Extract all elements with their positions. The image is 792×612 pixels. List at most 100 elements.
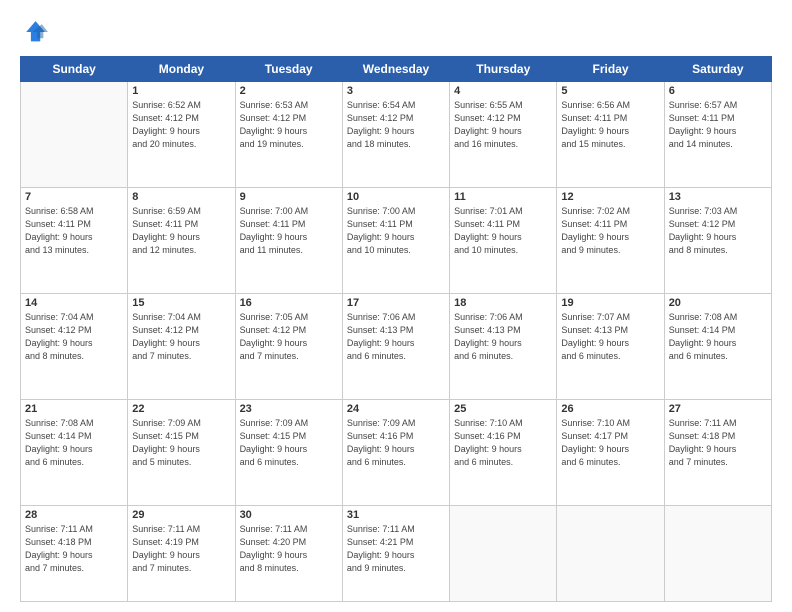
day-info: Sunrise: 6:53 AM Sunset: 4:12 PM Dayligh… (240, 99, 338, 151)
header (20, 18, 772, 46)
calendar-cell: 4 Sunrise: 6:55 AM Sunset: 4:12 PM Daylig… (450, 82, 557, 188)
calendar-cell: 11Sunrise: 7:01 AM Sunset: 4:11 PM Dayli… (450, 187, 557, 293)
day-number: 10 (347, 191, 445, 203)
column-header-tuesday: Tuesday (235, 57, 342, 82)
day-number: 24 (347, 403, 445, 415)
calendar-cell: 19 Sunrise: 7:07 AM Sunset: 4:13 PM Dayli… (557, 293, 664, 399)
day-info: Sunrise: 7:00 AM Sunset: 4:11 PM Dayligh… (240, 205, 338, 257)
day-number: 25 (454, 403, 552, 415)
calendar-cell: 14 Sunrise: 7:04 AM Sunset: 4:12 PM Dayli… (21, 293, 128, 399)
calendar-cell: 18Sunrise: 7:06 AM Sunset: 4:13 PM Dayli… (450, 293, 557, 399)
calendar-week-2: 7 Sunrise: 6:58 AM Sunset: 4:11 PM Daylig… (21, 187, 772, 293)
day-info: Sunrise: 7:11 AM Sunset: 4:21 PM Dayligh… (347, 523, 445, 575)
day-number: 21 (25, 403, 123, 415)
day-number: 11 (454, 191, 552, 203)
calendar-cell: 30 Sunrise: 7:11 AM Sunset: 4:20 PM Dayli… (235, 505, 342, 601)
day-number: 13 (669, 191, 767, 203)
calendar-cell: 7 Sunrise: 6:58 AM Sunset: 4:11 PM Daylig… (21, 187, 128, 293)
column-header-monday: Monday (128, 57, 235, 82)
day-number: 8 (132, 191, 230, 203)
calendar-cell (557, 505, 664, 601)
day-number: 26 (561, 403, 659, 415)
logo-icon (20, 18, 48, 46)
day-number: 12 (561, 191, 659, 203)
calendar-week-5: 28 Sunrise: 7:11 AM Sunset: 4:18 PM Dayli… (21, 505, 772, 601)
calendar-cell: 13Sunrise: 7:03 AM Sunset: 4:12 PM Dayli… (664, 187, 771, 293)
calendar-header-row: SundayMondayTuesdayWednesdayThursdayFrid… (21, 57, 772, 82)
calendar-cell: 3Sunrise: 6:54 AM Sunset: 4:12 PM Daylig… (342, 82, 449, 188)
day-number: 5 (561, 85, 659, 97)
column-header-thursday: Thursday (450, 57, 557, 82)
day-number: 27 (669, 403, 767, 415)
calendar-cell: 24 Sunrise: 7:09 AM Sunset: 4:16 PM Dayli… (342, 399, 449, 505)
calendar-cell: 8 Sunrise: 6:59 AM Sunset: 4:11 PM Daylig… (128, 187, 235, 293)
calendar-cell: 2 Sunrise: 6:53 AM Sunset: 4:12 PM Daylig… (235, 82, 342, 188)
day-number: 29 (132, 509, 230, 521)
day-info: Sunrise: 7:10 AM Sunset: 4:17 PM Dayligh… (561, 417, 659, 469)
calendar-week-3: 14 Sunrise: 7:04 AM Sunset: 4:12 PM Dayli… (21, 293, 772, 399)
day-info: Sunrise: 6:58 AM Sunset: 4:11 PM Dayligh… (25, 205, 123, 257)
calendar-cell (450, 505, 557, 601)
day-info: Sunrise: 6:55 AM Sunset: 4:12 PM Dayligh… (454, 99, 552, 151)
day-info: Sunrise: 7:07 AM Sunset: 4:13 PM Dayligh… (561, 311, 659, 363)
day-info: Sunrise: 7:11 AM Sunset: 4:18 PM Dayligh… (25, 523, 123, 575)
day-info: Sunrise: 6:57 AM Sunset: 4:11 PM Dayligh… (669, 99, 767, 151)
calendar-cell: 1 Sunrise: 6:52 AM Sunset: 4:12 PM Daylig… (128, 82, 235, 188)
day-number: 14 (25, 297, 123, 309)
calendar-cell: 20 Sunrise: 7:08 AM Sunset: 4:14 PM Dayli… (664, 293, 771, 399)
day-number: 30 (240, 509, 338, 521)
calendar-cell: 6 Sunrise: 6:57 AM Sunset: 4:11 PM Daylig… (664, 82, 771, 188)
calendar-week-1: 1 Sunrise: 6:52 AM Sunset: 4:12 PM Daylig… (21, 82, 772, 188)
day-info: Sunrise: 7:09 AM Sunset: 4:16 PM Dayligh… (347, 417, 445, 469)
calendar-cell: 31 Sunrise: 7:11 AM Sunset: 4:21 PM Dayli… (342, 505, 449, 601)
day-number: 1 (132, 85, 230, 97)
column-header-friday: Friday (557, 57, 664, 82)
day-number: 31 (347, 509, 445, 521)
day-info: Sunrise: 7:08 AM Sunset: 4:14 PM Dayligh… (25, 417, 123, 469)
day-number: 18 (454, 297, 552, 309)
calendar-cell: 27 Sunrise: 7:11 AM Sunset: 4:18 PM Dayli… (664, 399, 771, 505)
day-info: Sunrise: 7:05 AM Sunset: 4:12 PM Dayligh… (240, 311, 338, 363)
logo (20, 18, 48, 46)
day-info: Sunrise: 6:52 AM Sunset: 4:12 PM Dayligh… (132, 99, 230, 151)
day-number: 4 (454, 85, 552, 97)
day-info: Sunrise: 7:09 AM Sunset: 4:15 PM Dayligh… (132, 417, 230, 469)
day-info: Sunrise: 7:02 AM Sunset: 4:11 PM Dayligh… (561, 205, 659, 257)
day-info: Sunrise: 7:04 AM Sunset: 4:12 PM Dayligh… (25, 311, 123, 363)
day-info: Sunrise: 7:08 AM Sunset: 4:14 PM Dayligh… (669, 311, 767, 363)
day-info: Sunrise: 7:10 AM Sunset: 4:16 PM Dayligh… (454, 417, 552, 469)
day-number: 20 (669, 297, 767, 309)
day-number: 7 (25, 191, 123, 203)
calendar-cell: 16Sunrise: 7:05 AM Sunset: 4:12 PM Dayli… (235, 293, 342, 399)
calendar-cell: 28 Sunrise: 7:11 AM Sunset: 4:18 PM Dayli… (21, 505, 128, 601)
page: SundayMondayTuesdayWednesdayThursdayFrid… (0, 0, 792, 612)
day-number: 2 (240, 85, 338, 97)
calendar-cell: 17 Sunrise: 7:06 AM Sunset: 4:13 PM Dayli… (342, 293, 449, 399)
calendar-cell: 15Sunrise: 7:04 AM Sunset: 4:12 PM Dayli… (128, 293, 235, 399)
day-info: Sunrise: 7:00 AM Sunset: 4:11 PM Dayligh… (347, 205, 445, 257)
calendar-cell: 25 Sunrise: 7:10 AM Sunset: 4:16 PM Dayli… (450, 399, 557, 505)
day-number: 6 (669, 85, 767, 97)
day-info: Sunrise: 7:11 AM Sunset: 4:18 PM Dayligh… (669, 417, 767, 469)
day-number: 22 (132, 403, 230, 415)
day-info: Sunrise: 7:09 AM Sunset: 4:15 PM Dayligh… (240, 417, 338, 469)
day-number: 23 (240, 403, 338, 415)
calendar-cell: 23 Sunrise: 7:09 AM Sunset: 4:15 PM Dayli… (235, 399, 342, 505)
day-number: 19 (561, 297, 659, 309)
calendar-cell: 5 Sunrise: 6:56 AM Sunset: 4:11 PM Daylig… (557, 82, 664, 188)
day-number: 28 (25, 509, 123, 521)
day-info: Sunrise: 6:56 AM Sunset: 4:11 PM Dayligh… (561, 99, 659, 151)
calendar-cell: 10 Sunrise: 7:00 AM Sunset: 4:11 PM Dayli… (342, 187, 449, 293)
day-info: Sunrise: 6:59 AM Sunset: 4:11 PM Dayligh… (132, 205, 230, 257)
day-number: 9 (240, 191, 338, 203)
day-info: Sunrise: 7:06 AM Sunset: 4:13 PM Dayligh… (347, 311, 445, 363)
day-number: 17 (347, 297, 445, 309)
calendar-table: SundayMondayTuesdayWednesdayThursdayFrid… (20, 56, 772, 602)
day-info: Sunrise: 7:11 AM Sunset: 4:20 PM Dayligh… (240, 523, 338, 575)
day-info: Sunrise: 7:04 AM Sunset: 4:12 PM Dayligh… (132, 311, 230, 363)
calendar-cell: 22 Sunrise: 7:09 AM Sunset: 4:15 PM Dayli… (128, 399, 235, 505)
day-info: Sunrise: 6:54 AM Sunset: 4:12 PM Dayligh… (347, 99, 445, 151)
calendar-cell: 9 Sunrise: 7:00 AM Sunset: 4:11 PM Daylig… (235, 187, 342, 293)
column-header-sunday: Sunday (21, 57, 128, 82)
column-header-wednesday: Wednesday (342, 57, 449, 82)
